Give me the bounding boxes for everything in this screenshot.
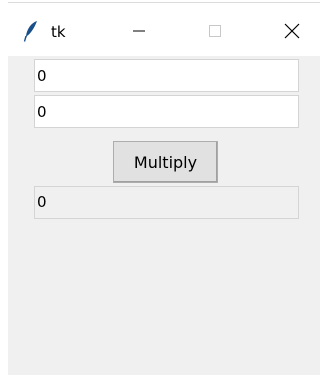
maximize-button[interactable] <box>186 4 243 57</box>
app-window: tk Multiply 0 <box>8 2 320 375</box>
close-button[interactable] <box>263 4 320 57</box>
window-client-area: Multiply 0 <box>8 56 320 375</box>
minimize-icon <box>132 30 145 31</box>
number-b-input[interactable] <box>34 95 299 128</box>
minimize-button[interactable] <box>110 4 167 57</box>
maximize-icon <box>208 24 221 37</box>
close-icon <box>284 23 299 38</box>
feather-icon <box>23 21 37 42</box>
multiply-button[interactable]: Multiply <box>113 141 218 183</box>
number-a-input[interactable] <box>34 59 299 92</box>
title-bar[interactable]: tk <box>8 3 320 56</box>
result-field: 0 <box>34 186 299 219</box>
window-title: tk <box>51 23 66 41</box>
